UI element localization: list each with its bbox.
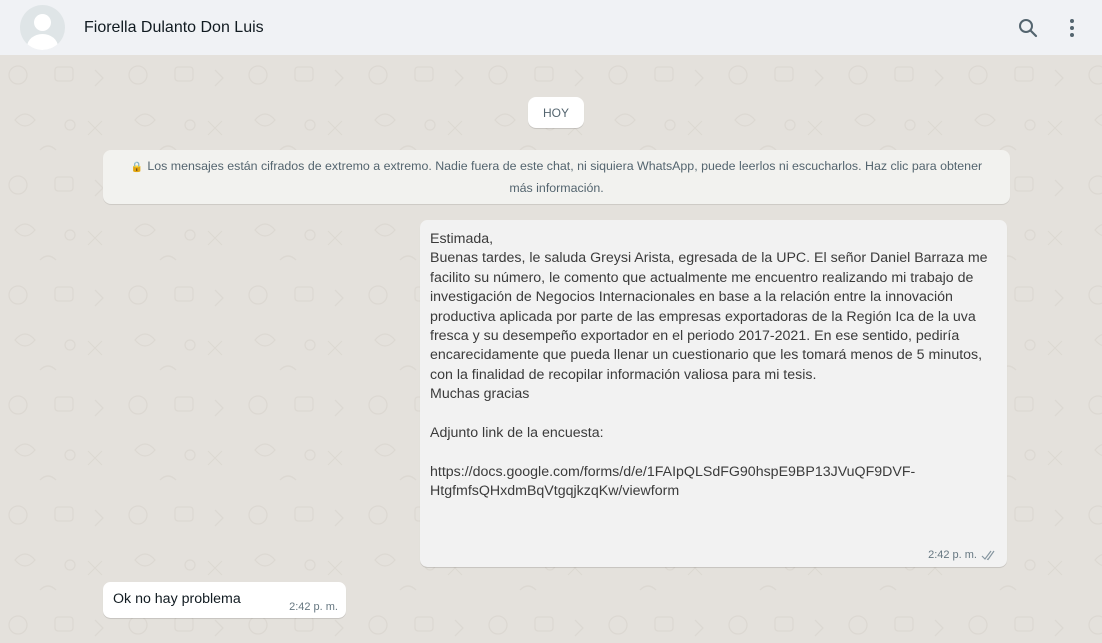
message-text: Ok no hay problema <box>113 591 241 607</box>
date-separator: HOY <box>528 97 584 128</box>
double-check-icon <box>981 550 997 561</box>
message-text: Estimada, Buenas tardes, le saluda Greys… <box>430 231 988 500</box>
lock-icon: 🔒 <box>130 162 144 173</box>
encryption-notice[interactable]: 🔒 Los mensajes están cifrados de extremo … <box>103 150 1010 204</box>
default-avatar-icon[interactable] <box>20 5 65 50</box>
menu-kebab-icon[interactable] <box>1060 16 1084 40</box>
message-time: 2:42 p. m. <box>928 549 977 561</box>
chat-header: Fiorella Dulanto Don Luis <box>0 0 1102 55</box>
encryption-notice-text: Los mensajes están cifrados de extremo a… <box>147 159 983 195</box>
outgoing-message[interactable]: Estimada, Buenas tardes, le saluda Greys… <box>420 220 1007 567</box>
incoming-message[interactable]: Ok no hay problema 2:42 p. m. <box>103 582 346 618</box>
message-meta: 2:42 p. m. <box>928 549 997 561</box>
contact-name[interactable]: Fiorella Dulanto Don Luis <box>84 19 1016 37</box>
chat-area[interactable]: HOY 🔒 Los mensajes están cifrados de extr… <box>0 55 1102 643</box>
message-time: 2:42 p. m. <box>289 601 338 613</box>
search-icon[interactable] <box>1016 16 1040 40</box>
